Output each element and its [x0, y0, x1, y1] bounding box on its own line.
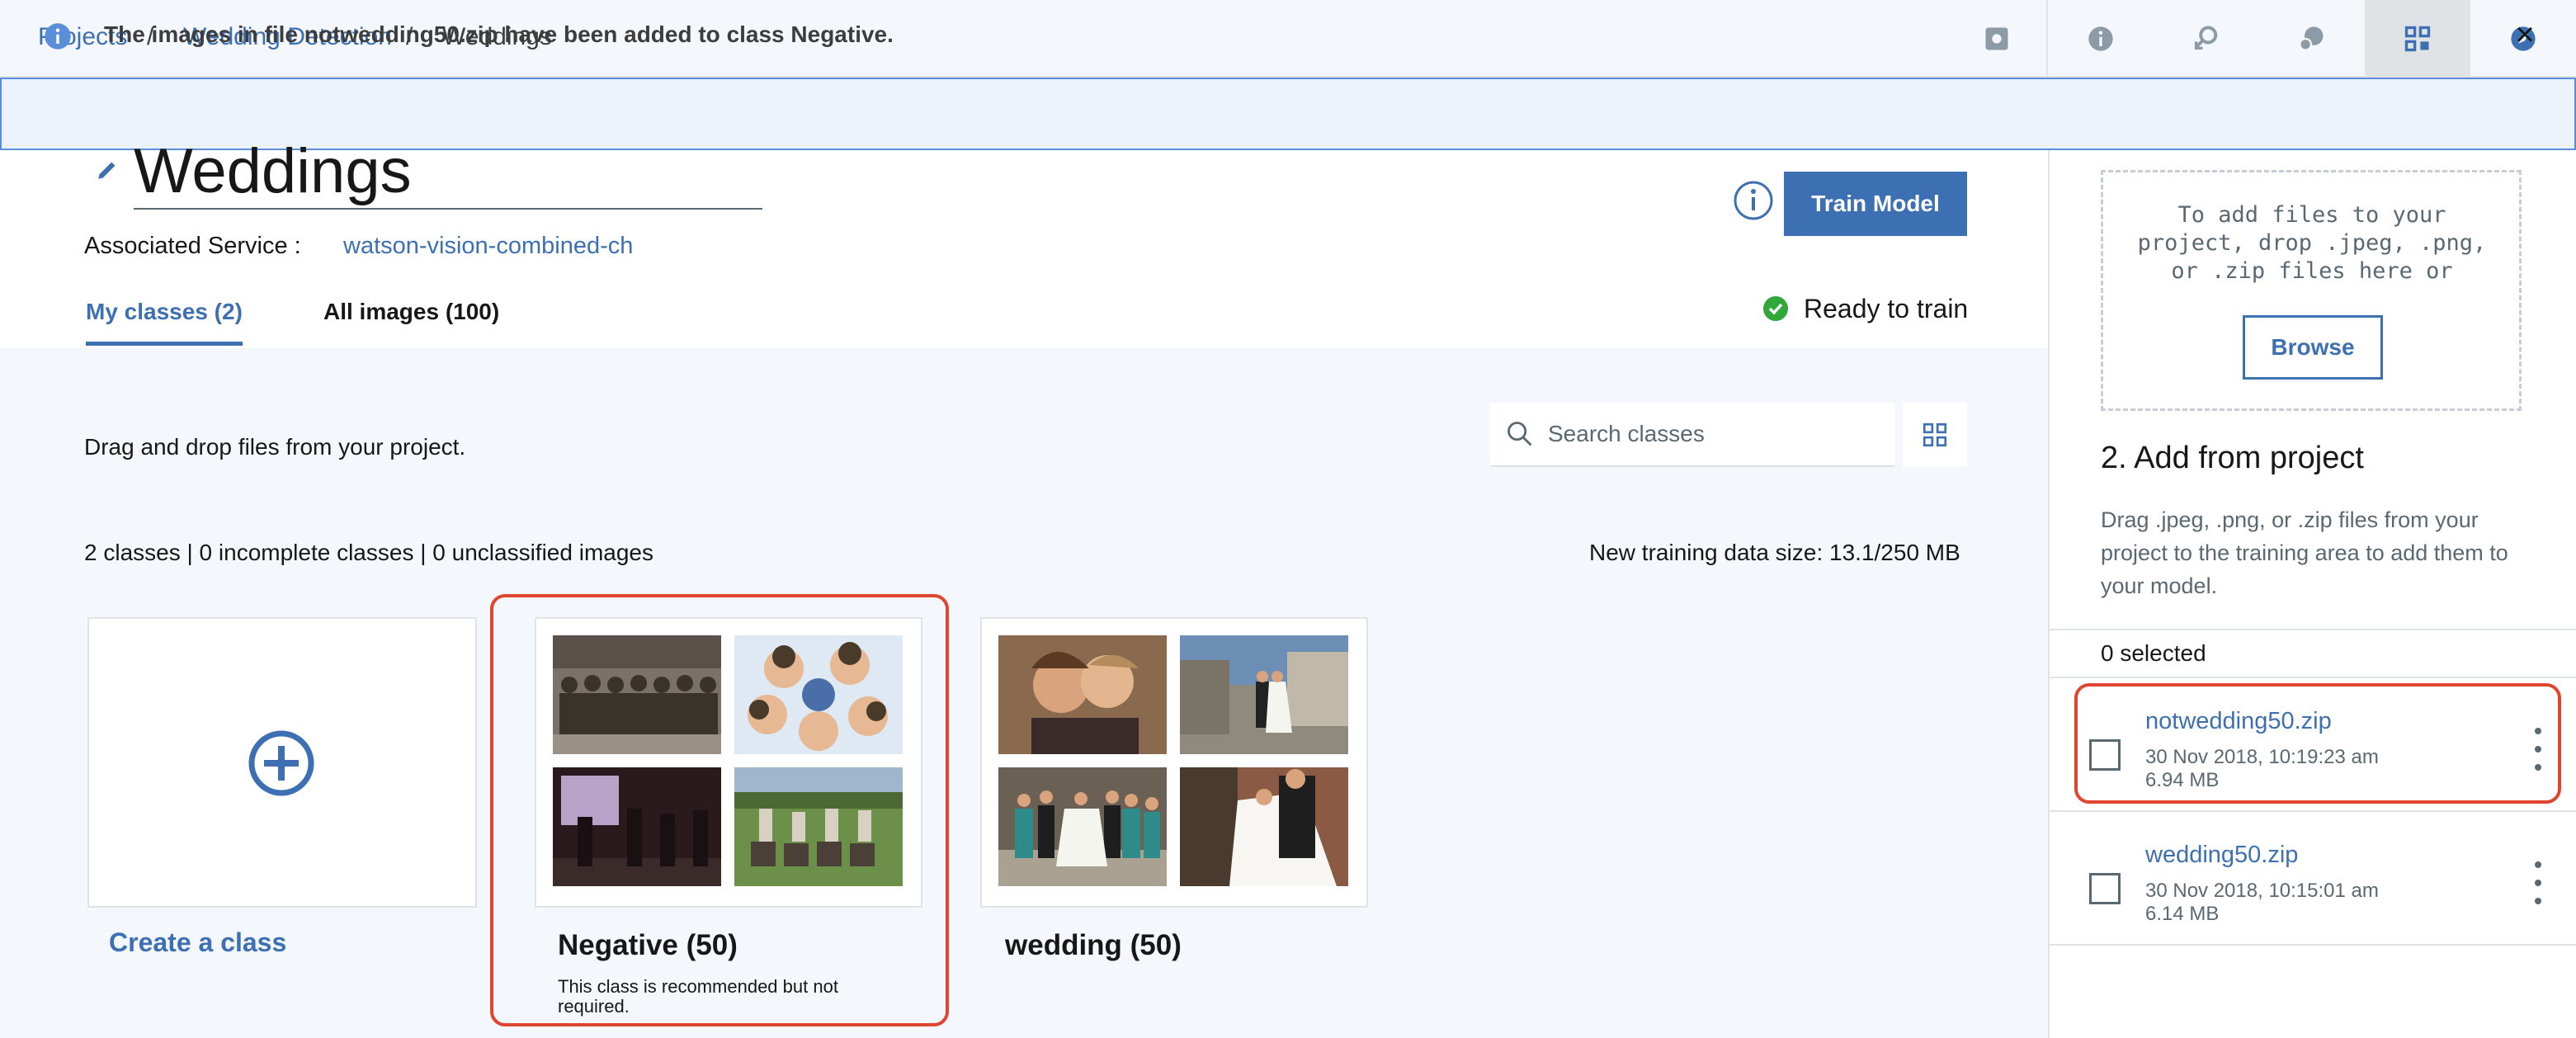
grid-view-icon[interactable]	[1903, 403, 1967, 467]
add-from-project-heading: 2. Add from project	[2101, 441, 2364, 475]
file-date: 30 Nov 2018, 10:19:23 am	[2145, 746, 2379, 768]
tab-my-classes[interactable]: My classes (2)	[86, 299, 243, 325]
add-from-project-description: Drag .jpeg, .png, or .zip files from you…	[2101, 507, 2508, 598]
selected-count: 0 selected	[2101, 640, 2206, 666]
thumbnail	[1180, 635, 1348, 754]
page-title[interactable]: Weddings	[134, 135, 412, 207]
class-name-negative[interactable]: Negative (50)	[558, 929, 738, 962]
file-size: 6.14 MB	[2145, 903, 2220, 925]
browse-button[interactable]: Browse	[2243, 315, 2383, 380]
search-classes-input[interactable]	[1548, 411, 1886, 457]
training-data-size: New training data size: 13.1/250 MB	[1589, 540, 1960, 565]
thumbnail	[734, 767, 903, 886]
checkmark-icon	[1762, 295, 1789, 322]
drop-zone-text: To add files to your project, drop .jpeg…	[2137, 202, 2487, 284]
file-date: 30 Nov 2018, 10:15:01 am	[2145, 880, 2379, 902]
thumbnail	[998, 767, 1167, 886]
drag-drop-hint: Drag and drop files from your project.	[84, 434, 466, 460]
tab-all-images[interactable]: All images (100)	[323, 299, 499, 325]
pencil-icon[interactable]	[94, 155, 122, 183]
thumbnail	[553, 767, 721, 886]
file-name-link[interactable]: wedding50.zip	[2145, 842, 2298, 869]
api-icon[interactable]	[2154, 0, 2259, 78]
class-stats: 2 classes | 0 incomplete classes | 0 unc…	[84, 540, 653, 565]
close-icon[interactable]: ×	[2508, 18, 2541, 51]
file-checkbox[interactable]	[2089, 739, 2121, 771]
notification-message: The images in file notwedding50.zip have…	[104, 21, 894, 47]
file-checkbox[interactable]	[2089, 873, 2121, 904]
title-underline	[134, 208, 762, 210]
add-circle-icon[interactable]	[248, 729, 315, 797]
info-icon[interactable]	[2048, 0, 2154, 78]
thumbnail	[553, 635, 721, 754]
thumbnail	[734, 635, 903, 754]
search-icon	[1505, 419, 1535, 449]
info-circle-icon[interactable]	[1733, 180, 1774, 221]
info-icon	[43, 21, 73, 51]
create-class-link[interactable]: Create a class	[109, 927, 286, 958]
help-chat-icon[interactable]	[2259, 0, 2365, 78]
associated-service-link[interactable]: watson-vision-combined-ch	[343, 233, 633, 260]
settings-box-icon[interactable]	[1944, 0, 2050, 78]
thumbnail	[1180, 767, 1348, 886]
project-assets-icon[interactable]	[2365, 0, 2470, 78]
training-status: Ready to train	[1804, 294, 1969, 323]
class-name-wedding[interactable]: wedding (50)	[1005, 929, 1182, 962]
file-size: 6.94 MB	[2145, 769, 2220, 791]
train-model-button[interactable]: Train Model	[1784, 172, 1967, 236]
active-tab-indicator	[86, 342, 243, 346]
overflow-menu-icon[interactable]	[2530, 861, 2546, 904]
thumbnail	[998, 635, 1167, 754]
class-note: This class is recommended but not requir…	[558, 976, 838, 1017]
overflow-menu-icon[interactable]	[2530, 728, 2546, 771]
file-name-link[interactable]: notwedding50.zip	[2145, 708, 2332, 735]
associated-service-label: Associated Service :	[84, 233, 301, 259]
